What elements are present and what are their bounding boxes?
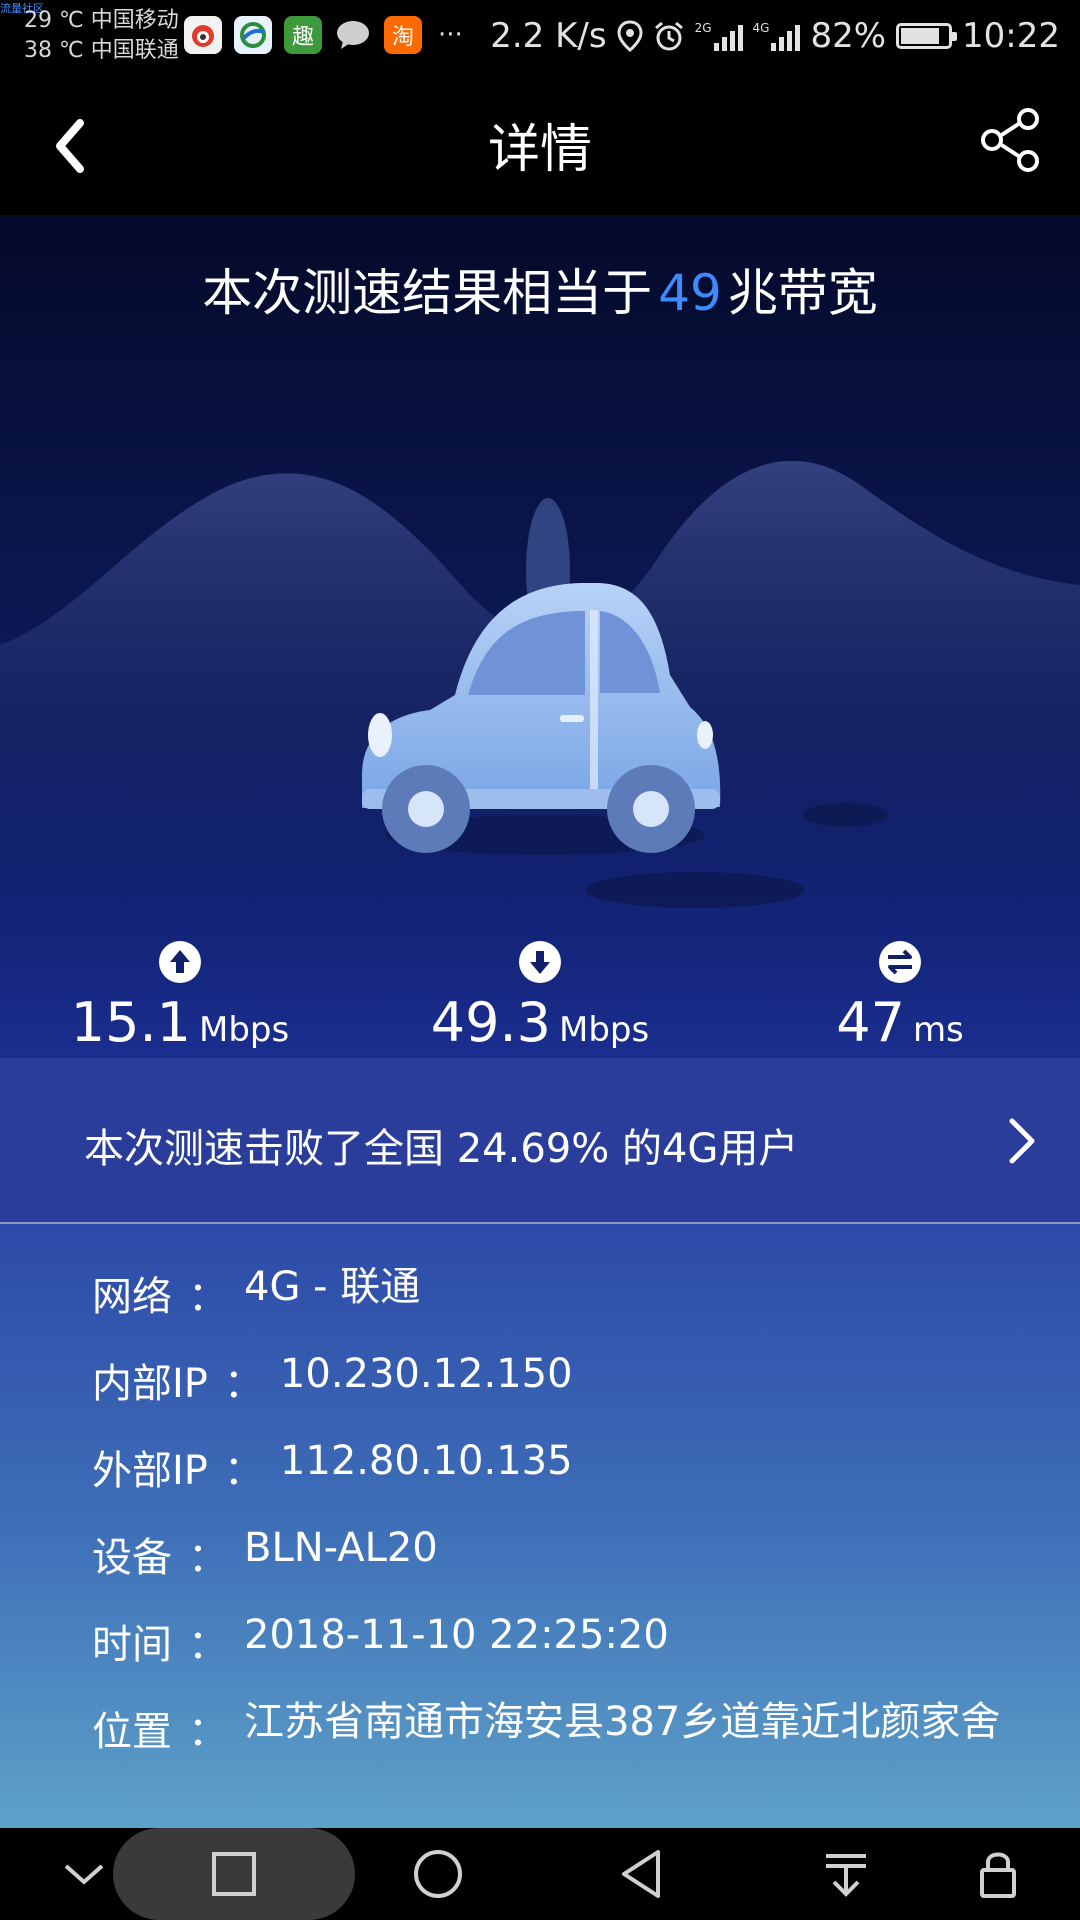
sim1-signal-icon: 2G <box>695 21 743 51</box>
detail-label: 外部IP <box>92 1448 208 1494</box>
notification-icons: 趣 淘 ··· <box>184 16 463 54</box>
detail-label: 时间 <box>92 1622 172 1668</box>
detail-separator: ： <box>188 1709 228 1755</box>
detail-label: 位置 <box>92 1709 172 1755</box>
detail-separator: ： <box>223 1361 264 1407</box>
page-title: 详情 <box>487 120 592 180</box>
system-indicators: 2.2 K/s 2G 4G 82% 10:22 <box>490 16 1060 56</box>
ranking-text: 本次测速击败了全国 24.69% 的4G用户 <box>84 1126 799 1172</box>
notification-pulldown-icon[interactable] <box>816 1844 876 1904</box>
qu-app-icon: 趣 <box>284 16 322 54</box>
sim2-network-type: 4G <box>752 21 770 35</box>
detail-row: 内部IP ： 10.230.12.150 <box>92 1351 1040 1409</box>
detail-row: 时间 ： 2018-11-10 22:25:20 <box>92 1612 1004 1670</box>
recent-apps-icon[interactable] <box>204 1844 264 1904</box>
carrier-info: 29 ℃ 中国移动 38 ℃ 中国联通 <box>24 6 179 66</box>
headline-prefix: 本次测速结果相当于 <box>202 264 653 322</box>
detail-value: 10.230.12.150 <box>279 1351 573 1397</box>
share-button[interactable] <box>976 105 1046 175</box>
upload-arrow-icon <box>159 941 201 983</box>
download-unit: Mbps <box>559 1010 650 1050</box>
back-nav-icon[interactable] <box>612 1844 672 1904</box>
alarm-icon <box>654 21 683 51</box>
detail-value: 江苏省南通市海安县387乡道靠近北颜家舍 <box>244 1699 1001 1745</box>
detail-separator: ： <box>223 1448 264 1494</box>
detail-separator: ： <box>188 1622 228 1668</box>
detail-label: 设备 <box>92 1535 172 1581</box>
browser-app-icon <box>234 16 272 54</box>
ping-stat: 47 ms <box>720 940 1080 1058</box>
sim1-network-type: 2G <box>694 21 712 35</box>
headline-suffix: 兆带宽 <box>727 264 878 322</box>
detail-label: 网络 <box>92 1274 172 1320</box>
upload-unit: Mbps <box>199 1010 290 1050</box>
more-notifications-icon: ··· <box>438 20 463 50</box>
home-icon[interactable] <box>408 1844 468 1904</box>
detail-separator: ： <box>188 1274 228 1320</box>
car-illustration <box>0 460 1080 935</box>
detail-row: 设备 ： BLN-AL20 <box>92 1525 1004 1583</box>
carrier-line-2: 38 ℃ 中国联通 <box>24 38 179 63</box>
detail-value: 112.80.10.135 <box>279 1438 573 1484</box>
carrier-line-1: 29 ℃ 中国移动 <box>24 8 179 33</box>
message-icon <box>334 16 372 54</box>
upload-stat: 15.1 Mbps <box>0 940 360 1058</box>
latency-icon <box>879 941 921 983</box>
weibo-app-icon <box>184 16 222 54</box>
network-speed: 2.2 K/s <box>490 16 607 56</box>
location-icon <box>617 20 643 52</box>
chevron-right-icon <box>1009 1118 1035 1164</box>
battery-percentage: 82% <box>810 16 887 56</box>
ping-value: 47 <box>836 991 905 1054</box>
detail-value: 4G - 联通 <box>244 1264 421 1310</box>
download-value: 49.3 <box>430 991 551 1054</box>
battery-icon <box>896 23 958 49</box>
status-bar: 流量社区 29 ℃ 中国移动 38 ℃ 中国联通 趣 淘 ··· 2.2 K/s… <box>0 0 1080 75</box>
download-stat: 49.3 Mbps <box>360 940 720 1058</box>
taobao-app-icon: 淘 <box>384 16 422 54</box>
detail-row: 外部IP ： 112.80.10.135 <box>92 1438 1040 1496</box>
speed-result-hero: 本次测速结果相当于 49 兆带宽 15.1 Mbps 49.3 Mbps 47 … <box>0 215 1080 1058</box>
detail-label: 内部IP <box>92 1361 208 1407</box>
sim2-signal-icon: 4G <box>753 21 801 51</box>
detail-value: BLN-AL20 <box>244 1525 438 1571</box>
upload-value: 15.1 <box>70 991 191 1054</box>
system-nav-bar <box>0 1828 1080 1920</box>
app-header: 详情 <box>0 75 1080 215</box>
share-icon <box>981 108 1039 172</box>
test-details: 网络 ： 4G - 联通内部IP ： 10.230.12.150 外部IP ： 112.80.… <box>0 1224 1080 1828</box>
bandwidth-value: 49 <box>658 264 722 322</box>
detail-row: 网络 ： 4G - 联通 <box>92 1264 1004 1322</box>
clock: 10:22 <box>962 16 1060 56</box>
chevron-down-icon[interactable] <box>54 1844 114 1904</box>
detail-row: 位置 ： 江苏省南通市海安县387乡道靠近北颜家舍 <box>92 1699 1004 1757</box>
detail-value: 2018-11-10 22:25:20 <box>244 1612 669 1658</box>
ping-unit: ms <box>912 1010 964 1050</box>
ranking-row[interactable]: 本次测速击败了全国 24.69% 的4G用户 <box>0 1058 1080 1224</box>
detail-separator: ： <box>188 1535 228 1581</box>
lock-icon[interactable] <box>968 1844 1028 1904</box>
download-arrow-icon <box>519 941 561 983</box>
